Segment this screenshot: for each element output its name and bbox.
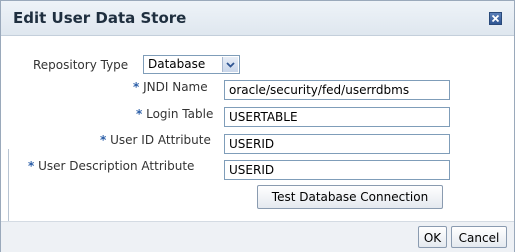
dialog-left-divider: [8, 149, 9, 221]
chevron-down-glyph: [226, 61, 235, 68]
jndi-name-label-text: JNDI Name: [143, 80, 208, 94]
close-icon[interactable]: [489, 12, 502, 25]
edit-user-data-store-dialog: Edit User Data Store Repository Type Dat…: [0, 0, 515, 252]
repository-type-label: Repository Type: [33, 58, 129, 72]
user-description-attribute-input[interactable]: USERID: [224, 160, 450, 180]
dialog-title-bar: Edit User Data Store: [1, 1, 514, 36]
required-marker: *: [133, 80, 140, 94]
repository-type-select[interactable]: Database: [143, 55, 240, 74]
ok-button[interactable]: OK: [418, 226, 447, 248]
test-database-connection-button[interactable]: Test Database Connection: [257, 185, 443, 209]
user-id-attribute-label-text: User ID Attribute: [110, 133, 211, 147]
dialog-title: Edit User Data Store: [13, 9, 187, 27]
repository-type-value: Database: [148, 57, 206, 71]
chevron-down-icon[interactable]: [222, 57, 238, 72]
user-description-attribute-label-text: User Description Attribute: [38, 159, 195, 173]
login-table-label: * Login Table: [136, 107, 213, 121]
required-marker: *: [136, 107, 143, 121]
required-marker: *: [100, 133, 107, 147]
dialog-footer: OK Cancel: [1, 221, 514, 252]
close-x-glyph: [491, 14, 500, 23]
user-id-attribute-label: * User ID Attribute: [100, 133, 211, 147]
cancel-button[interactable]: Cancel: [451, 226, 507, 248]
login-table-label-text: Login Table: [146, 107, 214, 121]
required-marker: *: [28, 159, 35, 173]
jndi-name-input[interactable]: oracle/security/fed/userrdbms: [224, 80, 450, 100]
user-description-attribute-label: * User Description Attribute: [28, 159, 194, 173]
jndi-name-label: * JNDI Name: [133, 80, 208, 94]
user-id-attribute-input[interactable]: USERID: [224, 134, 450, 154]
login-table-input[interactable]: USERTABLE: [224, 107, 450, 127]
